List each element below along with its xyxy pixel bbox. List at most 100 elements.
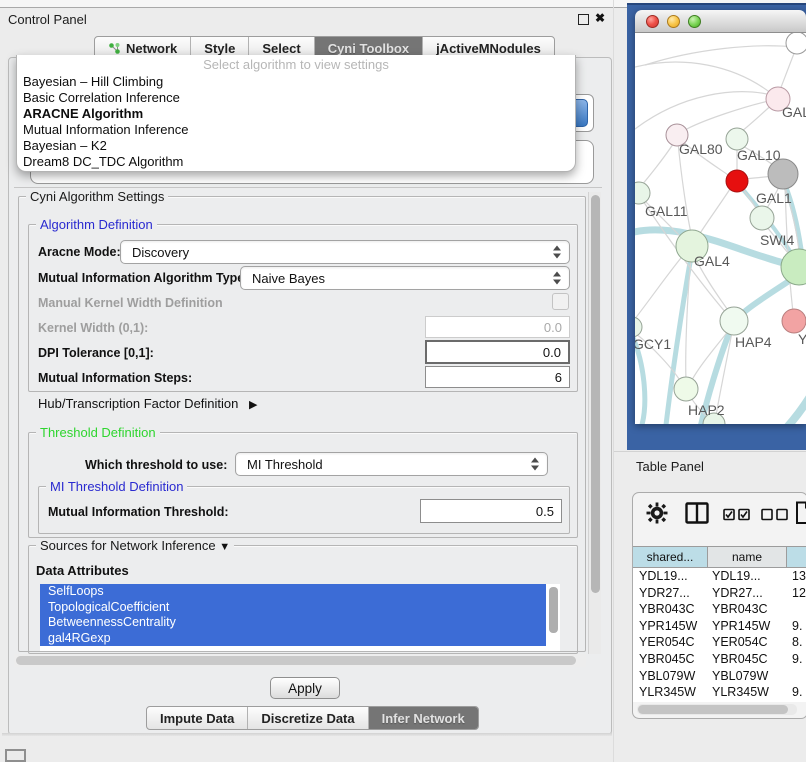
table-cell: 9. <box>787 651 806 668</box>
network-node[interactable] <box>674 377 698 401</box>
scrollbar-thumb[interactable] <box>16 656 576 665</box>
mi-threshold-input[interactable]: 0.5 <box>420 499 562 523</box>
network-node[interactable] <box>782 309 806 333</box>
network-node[interactable] <box>786 33 806 54</box>
gear-icon[interactable] <box>646 502 668 524</box>
table-row[interactable]: YPR145WYPR145W9. <box>633 618 806 635</box>
network-node[interactable] <box>720 307 748 335</box>
network-edge[interactable] <box>751 395 806 424</box>
node-label: GAL <box>782 104 806 120</box>
column-header-shared-name[interactable]: shared... <box>633 547 708 567</box>
table-row[interactable]: YLR345WYLR345W9. <box>633 684 806 701</box>
network-edge[interactable] <box>780 51 795 90</box>
mi-steps-label: Mutual Information Steps: <box>38 371 192 385</box>
network-node[interactable] <box>726 170 748 192</box>
list-scrollbar[interactable] <box>549 587 558 633</box>
select-all-checks-icon[interactable] <box>723 508 751 521</box>
scrollbar-thumb[interactable] <box>591 195 600 593</box>
tab-label: Discretize Data <box>261 711 354 726</box>
split-columns-icon[interactable] <box>685 502 709 524</box>
algo-option[interactable]: Mutual Information Inference <box>17 122 575 138</box>
new-table-icon[interactable] <box>795 501 806 525</box>
network-edge[interactable] <box>635 251 687 320</box>
close-window-icon[interactable] <box>646 15 659 28</box>
network-node[interactable] <box>768 159 798 189</box>
tab-discretize-data[interactable]: Discretize Data <box>248 707 368 729</box>
table-row[interactable]: YER054CYER054C8. <box>633 634 806 651</box>
which-threshold-combo[interactable]: MI Threshold <box>235 452 548 476</box>
table-cell: 8. <box>787 634 806 651</box>
table-cell: 13 <box>787 568 806 585</box>
attribute-item[interactable]: SelfLoops <box>40 584 546 600</box>
attribute-item[interactable]: TopologicalCoefficient <box>40 600 546 616</box>
node-label: HAP2 <box>688 402 725 418</box>
docked-panel-stub[interactable] <box>5 749 26 762</box>
node-label: GAL80 <box>679 141 723 157</box>
mi-algorithm-type-combo[interactable]: Naive Bayes <box>240 266 570 290</box>
kernel-width-input[interactable]: 0.0 <box>425 316 570 338</box>
network-window-titlebar[interactable] <box>635 10 806 33</box>
table-cell: YPR145W <box>633 618 708 635</box>
manual-kernel-width-label: Manual Kernel Width Definition <box>38 296 223 310</box>
network-edge[interactable] <box>635 92 776 129</box>
network-edge[interactable] <box>635 62 772 94</box>
hub-definition-toggle[interactable]: Hub/Transcription Factor Definition ▶ <box>38 396 257 411</box>
dpi-tolerance-input[interactable]: 0.0 <box>425 340 570 364</box>
table-horizontal-scrollbar[interactable] <box>637 704 797 715</box>
attribute-item[interactable]: gal4RGexp <box>40 631 546 647</box>
scrollbar-thumb[interactable] <box>638 705 788 714</box>
network-edge[interactable] <box>685 99 778 130</box>
table-row[interactable]: YIL052CYIL052C9 <box>633 701 806 702</box>
table-row[interactable]: YBL079WYBL079W <box>633 668 806 685</box>
network-edge[interactable] <box>699 186 732 235</box>
network-edge[interactable] <box>641 141 675 186</box>
network-node[interactable] <box>781 249 806 285</box>
network-canvas[interactable]: GALGAL80GAL10GAL1GAL11SWI4GAL4HAP4YGCY1H… <box>635 33 806 424</box>
node-label: SWI4 <box>760 232 794 248</box>
sources-toggle[interactable]: Sources for Network Inference ▼ <box>36 538 234 553</box>
close-panel-icon[interactable]: ✖ <box>595 11 605 25</box>
column-header-cropped[interactable] <box>787 547 806 567</box>
algo-option[interactable]: Basic Correlation Inference <box>17 90 575 106</box>
mi-steps-input[interactable]: 6 <box>425 366 570 388</box>
panel-splitter[interactable] <box>613 0 614 762</box>
network-view-window: GALGAL80GAL10GAL1GAL11SWI4GAL4HAP4YGCY1H… <box>635 10 806 424</box>
tab-label: Cyni Toolbox <box>328 41 409 56</box>
apply-button[interactable]: Apply <box>270 677 340 699</box>
tab-infer-network[interactable]: Infer Network <box>369 707 478 729</box>
table-cell: YBR045C <box>633 651 708 668</box>
table-cell: YER054C <box>633 634 708 651</box>
table-row[interactable]: YBR043CYBR043C <box>633 601 806 618</box>
algo-option[interactable]: Bayesian – K2 <box>17 138 575 154</box>
panel-title: Control Panel <box>8 12 87 27</box>
algo-option[interactable]: Bayesian – Hill Climbing <box>17 74 575 90</box>
zoom-window-icon[interactable] <box>688 15 701 28</box>
algo-option[interactable]: ARACNE Algorithm <box>17 106 575 122</box>
table-row[interactable]: YDR27...YDR27...12 <box>633 585 806 602</box>
aracne-mode-combo[interactable]: Discovery <box>120 240 570 264</box>
float-panel-icon[interactable] <box>578 14 589 25</box>
algo-option[interactable]: Dream8 DC_TDC Algorithm <box>17 154 575 170</box>
manual-kernel-width-checkbox[interactable] <box>552 293 569 310</box>
aracne-mode-label: Aracne Mode: <box>38 245 121 259</box>
data-attributes-label: Data Attributes <box>36 563 129 578</box>
table-cell: YDL19... <box>708 568 787 585</box>
table-row[interactable]: YBR045CYBR045C9. <box>633 651 806 668</box>
table-row[interactable]: YDL19...YDL19...13 <box>633 568 806 585</box>
deselect-all-icon[interactable] <box>761 508 789 521</box>
settings-vertical-scrollbar[interactable] <box>588 192 601 654</box>
tab-impute-data[interactable]: Impute Data <box>147 707 248 729</box>
tab-label: jActiveMNodules <box>436 41 541 56</box>
table-panel-divider <box>614 451 806 452</box>
table-cell: YBL079W <box>708 668 787 685</box>
settings-horizontal-scrollbar[interactable] <box>14 654 586 667</box>
column-header-name[interactable]: name <box>708 547 787 567</box>
network-node[interactable] <box>635 182 650 204</box>
node-label: Y <box>798 331 806 347</box>
network-node[interactable] <box>635 317 642 337</box>
network-node[interactable] <box>750 206 774 230</box>
combo-stepper-icon <box>531 458 539 471</box>
attribute-item[interactable]: BetweennessCentrality <box>40 615 546 631</box>
table-cell: 12 <box>787 585 806 602</box>
minimize-window-icon[interactable] <box>667 15 680 28</box>
